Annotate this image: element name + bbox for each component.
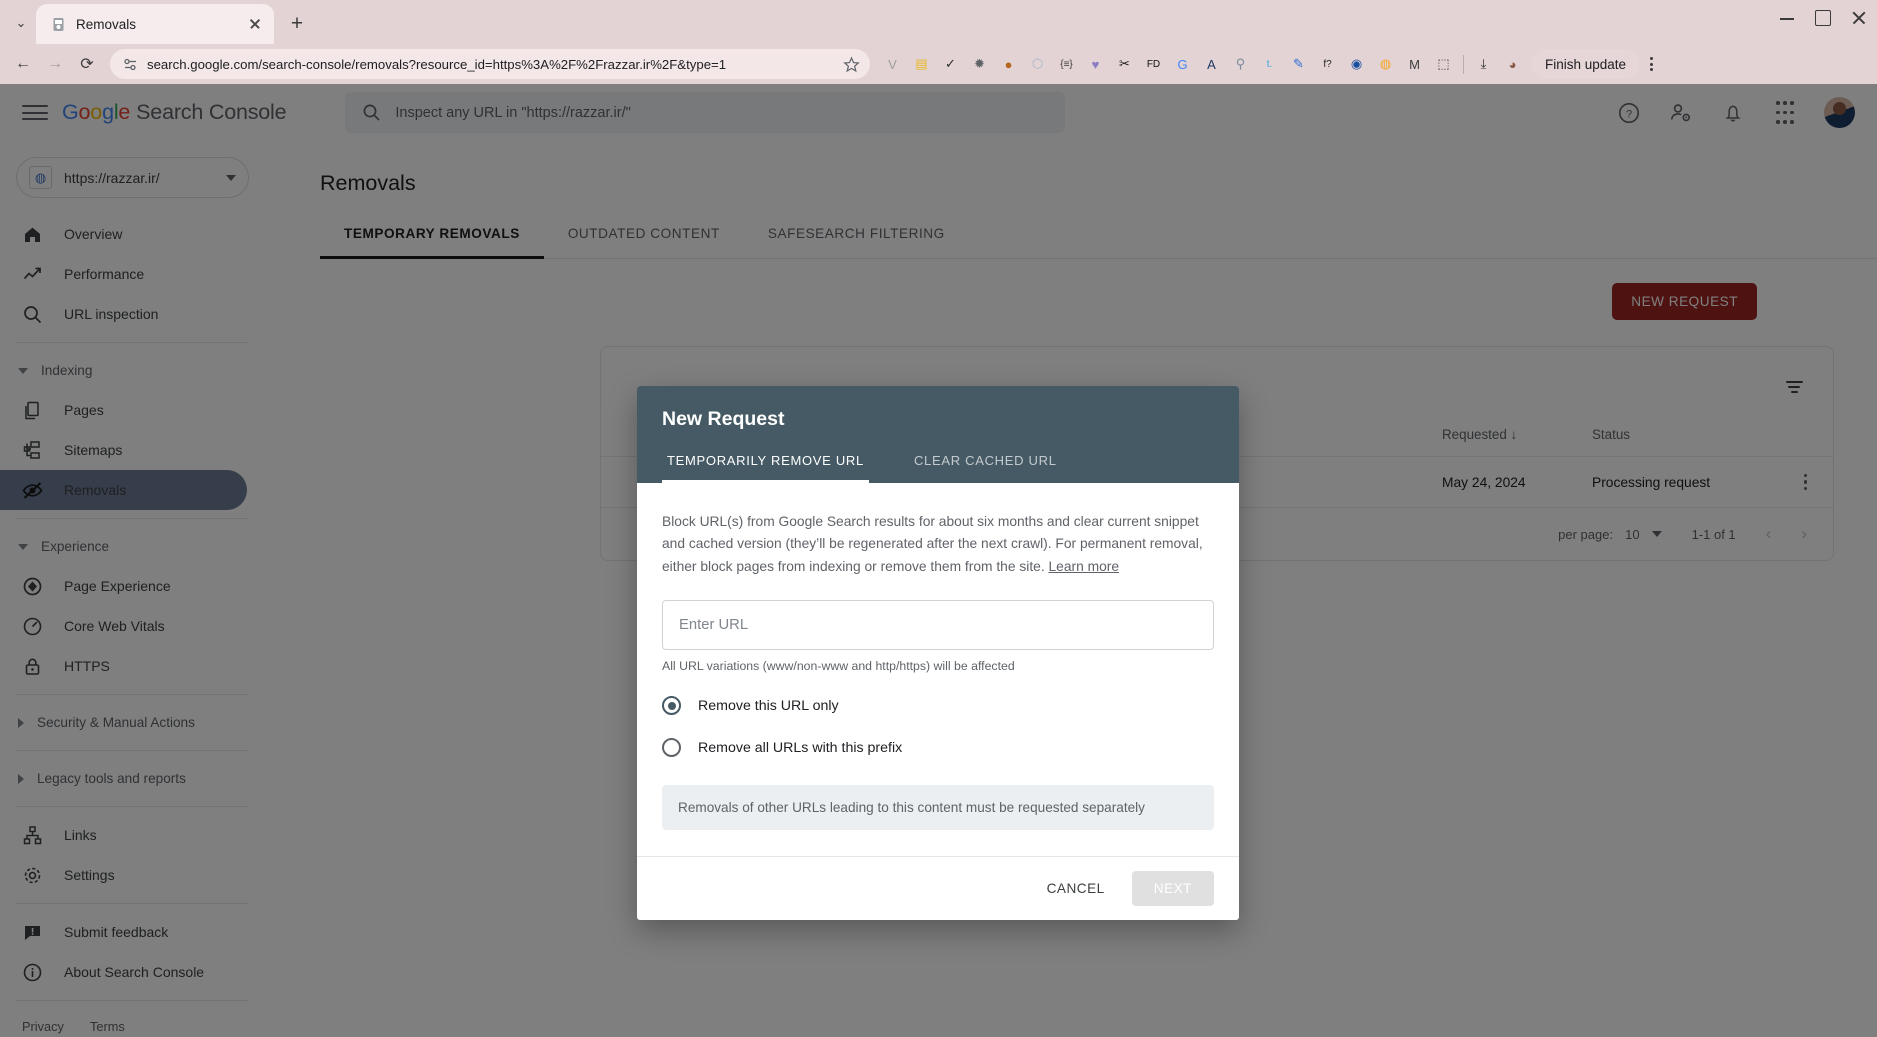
dialog-description-text: Block URL(s) from Google Search results … xyxy=(662,514,1203,574)
radio-label: Remove this URL only xyxy=(698,697,839,714)
heart-extension-icon[interactable]: ♥ xyxy=(1081,50,1110,79)
modal-tab-clear-cached-url[interactable]: CLEAR CACHED URL xyxy=(909,453,1062,483)
dialog-title: New Request xyxy=(662,408,785,430)
toolbar-separator xyxy=(1463,54,1464,74)
radio-label: Remove all URLs with this prefix xyxy=(698,739,903,756)
cookie-extension-icon[interactable]: ● xyxy=(994,50,1023,79)
tab-search-chevron-icon[interactable]: ⌄ xyxy=(6,4,36,42)
google-translate-extension-icon[interactable]: G xyxy=(1168,50,1197,79)
dialog-header: New Request TEMPORARILY REMOVE URL CLEAR … xyxy=(637,386,1239,483)
address-text: search.google.com/search-console/removal… xyxy=(147,56,727,72)
radio-remove-this-url-only[interactable]: Remove this URL only xyxy=(662,696,1214,716)
next-button: NEXT xyxy=(1131,871,1214,907)
url-input-placeholder: Enter URL xyxy=(679,617,749,634)
search-console-page: GoogleSearch Console Inspect any URL in … xyxy=(0,84,1877,1037)
window-controls xyxy=(1779,10,1867,26)
address-bar[interactable]: search.google.com/search-console/removal… xyxy=(110,49,870,79)
bug-extension-icon[interactable]: ✹ xyxy=(965,50,994,79)
tumblr-extension-icon[interactable]: t. xyxy=(1255,50,1284,79)
back-icon[interactable]: ← xyxy=(8,49,38,79)
removals-favicon xyxy=(50,16,67,33)
url-input[interactable]: Enter URL xyxy=(662,600,1214,651)
finish-update-button[interactable]: Finish update xyxy=(1531,49,1641,79)
browser-tab[interactable]: Removals xyxy=(36,4,274,44)
radio-remove-all-urls-prefix[interactable]: Remove all URLs with this prefix xyxy=(662,738,1214,758)
new-request-dialog: New Request TEMPORARILY REMOVE URL CLEAR … xyxy=(637,386,1239,921)
puzzle-extensions-icon[interactable]: ⬚ xyxy=(1429,50,1458,79)
v-extension-icon[interactable]: V xyxy=(878,50,907,79)
check-circle-extension-icon[interactable]: ✓ xyxy=(936,50,965,79)
cancel-button[interactable]: CANCEL xyxy=(1030,871,1122,906)
close-icon[interactable] xyxy=(246,15,264,33)
info-banner: Removals of other URLs leading to this c… xyxy=(662,785,1214,831)
font-extension-icon[interactable]: f? xyxy=(1313,50,1342,79)
dialog-tabs: TEMPORARILY REMOVE URL CLEAR CACHED URL xyxy=(662,453,1214,483)
tab-strip: ⌄ Removals + xyxy=(0,0,1877,44)
braces-extension-icon[interactable]: {≡} xyxy=(1052,50,1081,79)
site-settings-icon[interactable] xyxy=(123,57,138,72)
radio-button[interactable] xyxy=(662,738,681,758)
extensions-strip: V ▤ ✓ ✹ ● ⬡ {≡} ♥ ✂ FD G A ⚲ t. ✎ f? ◉ ◍ M ⬚ ⤓ ◕ Finish update xyxy=(878,49,1869,79)
wallet-extension-icon[interactable]: ▤ xyxy=(907,50,936,79)
new-tab-button[interactable]: + xyxy=(281,8,313,40)
bookmark-star-icon[interactable] xyxy=(843,55,860,73)
radio-button[interactable] xyxy=(662,696,681,716)
downloads-icon[interactable]: ⤓ xyxy=(1469,50,1498,79)
dialog-description: Block URL(s) from Google Search results … xyxy=(662,511,1214,578)
tab-title: Removals xyxy=(76,16,137,32)
mailtrack-extension-icon[interactable]: M xyxy=(1400,50,1429,79)
dialog-footer: CANCEL NEXT xyxy=(637,856,1239,920)
url-variations-note: All URL variations (www/non-www and http… xyxy=(662,659,1015,674)
browser-menu-icon[interactable] xyxy=(1640,51,1662,77)
pen-extension-icon[interactable]: ✎ xyxy=(1284,50,1313,79)
browser-chrome: ⌄ Removals + ← → ⟳ search.google.com/sea… xyxy=(0,0,1877,84)
bird-extension-icon[interactable]: A xyxy=(1197,50,1226,79)
tool-extension-icon[interactable]: ✂ xyxy=(1110,50,1139,79)
browser-toolbar: ← → ⟳ search.google.com/search-console/r… xyxy=(0,44,1877,84)
minimize-icon[interactable] xyxy=(1779,10,1795,26)
shield-extension-icon[interactable]: ⬡ xyxy=(1023,50,1052,79)
dialog-body: Block URL(s) from Google Search results … xyxy=(637,483,1239,831)
profile-avatar-icon[interactable]: ◕ xyxy=(1498,50,1527,79)
window-close-icon[interactable] xyxy=(1851,10,1867,26)
orange-extension-icon[interactable]: ◍ xyxy=(1371,50,1400,79)
reload-icon[interactable]: ⟳ xyxy=(72,49,102,79)
modal-tab-temporarily-remove-url[interactable]: TEMPORARILY REMOVE URL xyxy=(662,453,869,483)
learn-more-link[interactable]: Learn more xyxy=(1049,559,1120,574)
magnifier-extension-icon[interactable]: ⚲ xyxy=(1226,50,1255,79)
globe-extension-icon[interactable]: ◉ xyxy=(1342,50,1371,79)
fd-extension-icon[interactable]: FD xyxy=(1139,50,1168,79)
maximize-icon[interactable] xyxy=(1815,10,1831,26)
forward-icon: → xyxy=(47,55,63,72)
